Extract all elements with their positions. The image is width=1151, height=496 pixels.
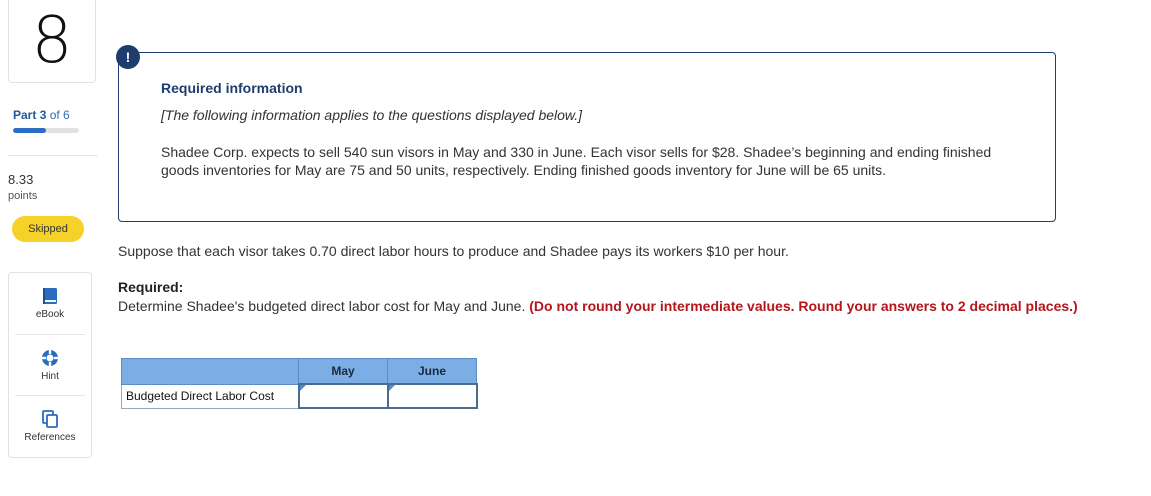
status-badge: Skipped xyxy=(12,216,84,242)
june-answer-input[interactable] xyxy=(388,386,476,406)
question-page: 8 Part 3 of 6 8.33 points Skipped eBook xyxy=(0,0,1151,496)
input-marker-icon xyxy=(388,385,395,391)
required-description: Determine Shadee's budgeted direct labor… xyxy=(118,298,526,314)
info-text: Shadee Corp. expects to sell 540 sun vis… xyxy=(161,144,992,178)
table-header-row: May June xyxy=(121,358,477,385)
table-header-may: May xyxy=(298,358,388,385)
may-answer-cell xyxy=(297,383,389,409)
references-icon xyxy=(42,410,58,428)
tools-panel: eBook Hint References xyxy=(8,272,92,458)
part-total: of 6 xyxy=(49,108,70,122)
hint-button[interactable]: Hint xyxy=(9,335,91,395)
info-title: Required information xyxy=(161,80,303,96)
input-marker-icon xyxy=(299,385,306,391)
points-value: 8.33 xyxy=(8,172,34,187)
references-button[interactable]: References xyxy=(9,396,91,456)
required-label: Required: xyxy=(118,279,184,295)
row-label-budgeted-direct-labor-cost: Budgeted Direct Labor Cost xyxy=(121,383,299,409)
may-answer-input[interactable] xyxy=(299,386,387,406)
table-row: Budgeted Direct Labor Cost xyxy=(121,383,478,409)
question-number: 8 xyxy=(8,0,96,83)
part-progress-bar xyxy=(13,128,79,133)
ebook-label: eBook xyxy=(35,309,65,320)
june-answer-cell xyxy=(386,383,478,409)
required-text: Determine Shadee's budgeted direct labor… xyxy=(118,297,1078,315)
answer-table: May June Budgeted Direct Labor Cost xyxy=(121,358,478,409)
part-indicator: Part 3 of 6 xyxy=(13,108,70,122)
hint-label: Hint xyxy=(41,371,59,382)
rounding-instruction: (Do not round your intermediate values. … xyxy=(529,298,1078,314)
references-label: References xyxy=(24,432,76,443)
ebook-button[interactable]: eBook xyxy=(9,273,91,333)
ebook-icon xyxy=(42,287,58,305)
required-info-box: Required information [The following info… xyxy=(118,52,1056,222)
points-label: points xyxy=(8,190,38,202)
part-prefix: Part xyxy=(13,108,37,122)
table-header-june: June xyxy=(387,358,477,385)
info-note: [The following information applies to th… xyxy=(161,107,583,123)
lifebuoy-icon xyxy=(41,349,59,367)
alert-icon: ! xyxy=(116,45,140,69)
part-progress-fill xyxy=(13,128,46,133)
table-header-blank xyxy=(121,358,299,385)
question-text: Suppose that each visor takes 0.70 direc… xyxy=(118,243,789,259)
sidebar-divider xyxy=(8,155,98,156)
part-number: 3 xyxy=(39,108,47,122)
